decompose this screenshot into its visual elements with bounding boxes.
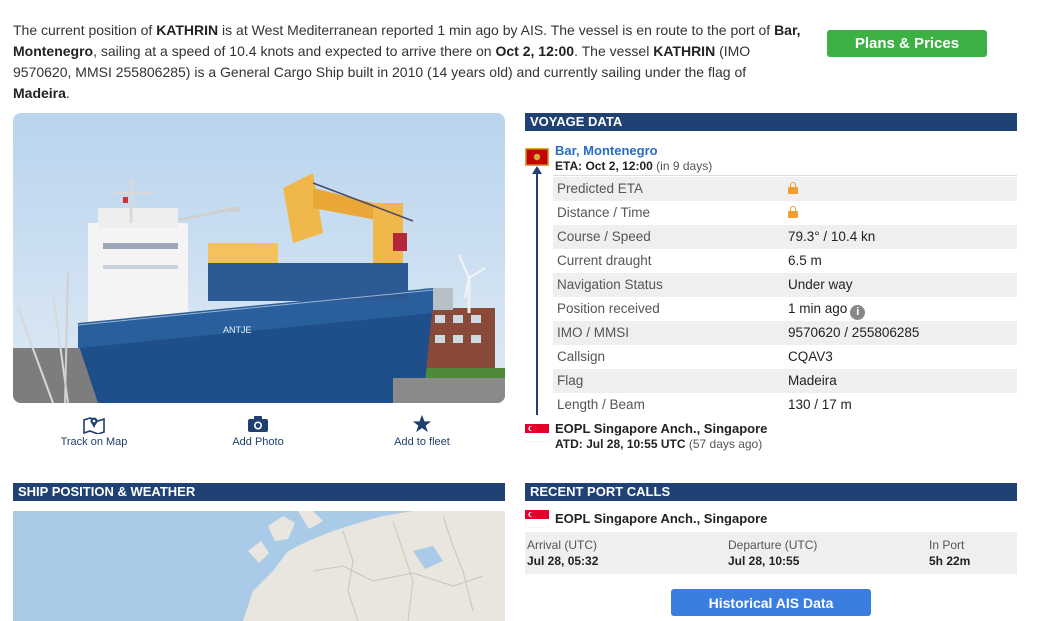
singapore-flag-icon [524,509,550,529]
summary-eta: Oct 2, 12:00 [495,43,575,59]
row-label: Course / Speed [557,229,651,244]
arrival-column: Arrival (UTC) Jul 28, 05:32 [527,538,598,568]
row-predicted-eta: Predicted ETA [553,177,1017,201]
departure-column: Departure (UTC) Jul 28, 10:55 [728,538,817,568]
row-label: Navigation Status [557,277,663,292]
eta-value: Oct 2, 12:00 [585,159,653,173]
row-value: 6.5 m [788,253,822,268]
row-label: Position received [557,301,660,316]
origin-atd: ATD: Jul 28, 10:55 UTC (57 days ago) [555,437,762,451]
ship-photo-illustration: ANTJE [13,113,505,403]
row-length-beam: Length / Beam 130 / 17 m [553,393,1017,417]
ship-photo[interactable]: ANTJE [13,113,505,403]
row-callsign: Callsign CQAV3 [553,345,1017,369]
arrival-label: Arrival (UTC) [527,538,597,552]
in-port-label: In Port [929,538,965,552]
summary-text: is at West Mediterranean reported 1 min … [218,22,775,38]
summary-vessel-name: KATHRIN [653,43,716,59]
row-value: 130 / 17 m [788,397,852,412]
row-label: Callsign [557,349,606,364]
row-navigation-status: Navigation Status Under way [553,273,1017,297]
summary-text: , sailing at a speed of 10.4 knots and e… [93,43,496,59]
row-distance-time: Distance / Time [553,201,1017,225]
vessel-summary: The current position of KATHRIN is at We… [13,20,803,104]
recent-port-calls-header: RECENT PORT CALLS [525,483,1017,501]
arrival-value: Jul 28, 05:32 [527,554,599,568]
track-on-map-label: Track on Map [60,436,128,448]
row-imo-mmsi: IMO / MMSI 9570620 / 255806285 [553,321,1017,345]
departure-value: Jul 28, 10:55 [728,554,800,568]
row-value-wrap: 1 min ago i [788,297,866,321]
map-illustration [13,511,505,621]
info-icon[interactable]: i [850,305,866,320]
track-on-map-button[interactable]: Track on Map [34,414,154,448]
row-value: 1 min ago [788,301,848,316]
atd-value: Jul 28, 10:55 UTC [586,437,686,451]
map-pin-icon [34,414,154,435]
row-course-speed: Course / Speed 79.3° / 10.4 kn [553,225,1017,249]
add-to-fleet-label: Add to fleet [394,436,450,448]
divider [553,175,1017,176]
star-icon [362,414,482,434]
route-line [536,170,538,415]
row-value: CQAV3 [788,349,833,364]
in-port-column: In Port 5h 22m [929,538,970,568]
summary-text: The current position of [13,22,157,38]
port-call-details: Arrival (UTC) Jul 28, 05:32 Departure (U… [525,532,1017,574]
route-arrow-icon [532,166,542,174]
plans-prices-button[interactable]: Plans & Prices [827,30,987,57]
add-photo-label: Add Photo [232,436,284,448]
origin-port[interactable]: EOPL Singapore Anch., Singapore [555,421,767,436]
summary-flag: Madeira [13,85,66,101]
lock-icon[interactable] [788,177,798,201]
in-port-value: 5h 22m [929,554,971,568]
row-label: Length / Beam [557,397,645,412]
row-flag: Flag Madeira [553,369,1017,393]
singapore-flag-icon [524,423,550,443]
camera-icon [198,414,318,434]
lock-icon[interactable] [788,201,798,225]
eta-note: (in 9 days) [656,159,713,173]
row-label: IMO / MMSI [557,325,629,340]
row-current-draught: Current draught 6.5 m [553,249,1017,273]
historical-ais-data-button[interactable]: Historical AIS Data [671,589,871,616]
voyage-data-header: VOYAGE DATA [525,113,1017,131]
summary-text: . The vessel [574,43,654,59]
row-label: Current draught [557,253,652,268]
montenegro-flag-icon [525,148,549,166]
row-value: 9570620 / 255806285 [788,325,920,340]
row-value: Madeira [788,373,837,388]
summary-vessel-name: KATHRIN [156,22,219,38]
row-label: Predicted ETA [557,181,644,196]
atd-label: ATD: [555,437,583,451]
atd-note: (57 days ago) [688,437,763,451]
summary-text: . [65,85,70,101]
destination-eta: ETA: Oct 2, 12:00 (in 9 days) [555,159,712,173]
eta-label: ETA: [555,159,583,173]
departure-label: Departure (UTC) [728,538,818,552]
add-to-fleet-button[interactable]: Add to fleet [362,414,482,448]
row-value: 79.3° / 10.4 kn [788,229,876,244]
recent-port-name[interactable]: EOPL Singapore Anch., Singapore [555,511,767,526]
row-position-received: Position received 1 min ago i [553,297,1017,321]
ship-position-map[interactable] [13,511,505,621]
row-label: Distance / Time [557,205,651,220]
add-photo-button[interactable]: Add Photo [198,414,318,448]
hull-name-text: ANTJE [223,325,252,335]
row-label: Flag [557,373,584,388]
position-weather-header: SHIP POSITION & WEATHER [13,483,505,501]
row-value: Under way [788,277,853,292]
ship-actions: Track on Map Add Photo Add to fleet [13,414,505,454]
destination-port-link[interactable]: Bar, Montenegro [555,143,658,158]
